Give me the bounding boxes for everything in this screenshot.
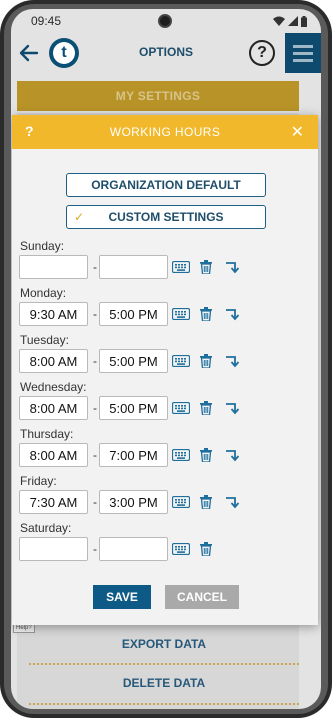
time-separator: -: [93, 354, 97, 368]
logo-letter: t: [53, 42, 75, 64]
time-separator: -: [93, 542, 97, 556]
battery-icon: [301, 15, 307, 27]
hamburger-menu-icon[interactable]: [285, 33, 321, 73]
time-separator: -: [93, 307, 97, 321]
start-time-field[interactable]: 7:30 AM: [19, 490, 88, 514]
start-time-field[interactable]: 8:00 AM: [19, 396, 88, 420]
keyboard-icon[interactable]: [171, 494, 191, 510]
dialog-title: WORKING HOURS: [109, 125, 221, 139]
end-time-field[interactable]: 5:00 PM: [99, 396, 168, 420]
front-camera: [158, 14, 172, 28]
my-settings-bar[interactable]: MY SETTINGS: [17, 81, 299, 111]
time-separator: -: [93, 495, 97, 509]
copy-down-arrow-icon[interactable]: [223, 353, 243, 369]
trash-icon[interactable]: [196, 259, 216, 275]
copy-down-arrow-icon[interactable]: [223, 400, 243, 416]
start-time-field[interactable]: [19, 537, 88, 561]
day-label: Monday:: [20, 286, 67, 300]
start-time-field[interactable]: [19, 255, 88, 279]
organization-default-label: ORGANIZATION DEFAULT: [91, 178, 241, 192]
day-label: Friday:: [20, 474, 57, 488]
trash-icon[interactable]: [196, 494, 216, 510]
help-button[interactable]: ?: [249, 40, 275, 66]
working-hours-dialog: ? WORKING HOURS ✕ ORGANIZATION DEFAULT ✓…: [12, 115, 318, 625]
end-time-field[interactable]: 5:00 PM: [99, 349, 168, 373]
trash-icon[interactable]: [196, 400, 216, 416]
keyboard-icon[interactable]: [171, 447, 191, 463]
keyboard-icon[interactable]: [171, 306, 191, 322]
end-time-field[interactable]: 5:00 PM: [99, 302, 168, 326]
time-separator: -: [93, 401, 97, 415]
trash-icon[interactable]: [196, 541, 216, 557]
cancel-button[interactable]: CANCEL: [165, 585, 239, 609]
copy-down-arrow-icon[interactable]: [223, 447, 243, 463]
start-time-field[interactable]: 8:00 AM: [19, 349, 88, 373]
custom-settings-label: CUSTOM SETTINGS: [108, 210, 224, 224]
dialog-header: ? WORKING HOURS ✕: [12, 115, 318, 149]
phone-frame: 09:45 t OPTIONS ? MY SETTINGS EXPORT DAT…: [0, 0, 332, 718]
keyboard-icon[interactable]: [171, 400, 191, 416]
time-separator: -: [93, 448, 97, 462]
end-time-field[interactable]: 3:00 PM: [99, 490, 168, 514]
keyboard-icon[interactable]: [171, 541, 191, 557]
day-label: Thursday:: [20, 427, 74, 441]
dialog-help-icon[interactable]: ?: [25, 123, 34, 139]
export-data-link[interactable]: EXPORT DATA: [29, 629, 299, 659]
back-arrow-icon[interactable]: [17, 41, 41, 65]
trash-icon[interactable]: [196, 353, 216, 369]
signal-icon: [288, 16, 298, 26]
start-time-field[interactable]: 9:30 AM: [19, 302, 88, 326]
divider: [29, 703, 299, 705]
keyboard-icon[interactable]: [171, 353, 191, 369]
checkmark-icon: ✓: [74, 210, 85, 224]
wifi-icon: [273, 16, 285, 26]
copy-down-arrow-icon[interactable]: [223, 306, 243, 322]
delete-data-link[interactable]: DELETE DATA: [29, 668, 299, 698]
page-title: OPTIONS: [138, 45, 193, 59]
start-time-field[interactable]: 8:00 AM: [19, 443, 88, 467]
status-time: 09:45: [31, 14, 62, 28]
end-time-field[interactable]: 7:00 PM: [99, 443, 168, 467]
organization-default-button[interactable]: ORGANIZATION DEFAULT: [66, 173, 266, 197]
status-icons: [273, 15, 307, 27]
day-label: Sunday:: [20, 239, 65, 253]
day-label: Saturday:: [20, 521, 72, 535]
app-logo: t: [49, 38, 79, 68]
day-label: Wednesday:: [20, 380, 87, 394]
end-time-field[interactable]: [99, 255, 168, 279]
trash-icon[interactable]: [196, 447, 216, 463]
close-icon[interactable]: ✕: [291, 122, 304, 142]
app-bar: t OPTIONS ?: [11, 33, 321, 73]
time-separator: -: [93, 260, 97, 274]
save-button[interactable]: SAVE: [93, 585, 151, 609]
keyboard-icon[interactable]: [171, 259, 191, 275]
divider: [29, 663, 299, 665]
trash-icon[interactable]: [196, 306, 216, 322]
copy-down-arrow-icon[interactable]: [223, 259, 243, 275]
copy-down-arrow-icon[interactable]: [223, 494, 243, 510]
custom-settings-button[interactable]: ✓ CUSTOM SETTINGS: [66, 205, 266, 229]
day-label: Tuesday:: [20, 333, 69, 347]
screen: 09:45 t OPTIONS ? MY SETTINGS EXPORT DAT…: [11, 9, 321, 709]
end-time-field[interactable]: [99, 537, 168, 561]
